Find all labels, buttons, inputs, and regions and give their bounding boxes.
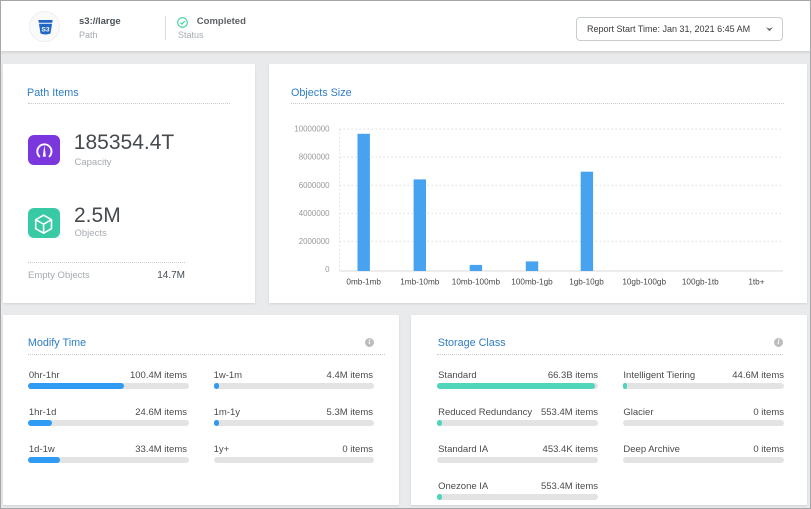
- svg-text:0: 0: [325, 265, 330, 274]
- svg-text:10gb-100gb: 10gb-100gb: [622, 278, 666, 287]
- svg-text:100gb-1tb: 100gb-1tb: [682, 278, 719, 287]
- svg-text:S3: S3: [41, 26, 50, 33]
- svg-text:6000000: 6000000: [299, 181, 330, 190]
- svg-text:0mb-1mb: 0mb-1mb: [346, 278, 381, 287]
- svg-text:10mb-100mb: 10mb-100mb: [452, 278, 501, 287]
- svg-text:1tb+: 1tb+: [748, 278, 764, 287]
- svg-text:2000000: 2000000: [299, 237, 330, 246]
- svg-text:10000000: 10000000: [294, 125, 330, 134]
- svg-text:1gb-10gb: 1gb-10gb: [569, 278, 604, 287]
- svg-text:100mb-1gb: 100mb-1gb: [511, 278, 553, 287]
- svg-text:8000000: 8000000: [299, 153, 330, 162]
- svg-text:1mb-10mb: 1mb-10mb: [400, 278, 440, 287]
- svg-text:4000000: 4000000: [299, 209, 330, 218]
